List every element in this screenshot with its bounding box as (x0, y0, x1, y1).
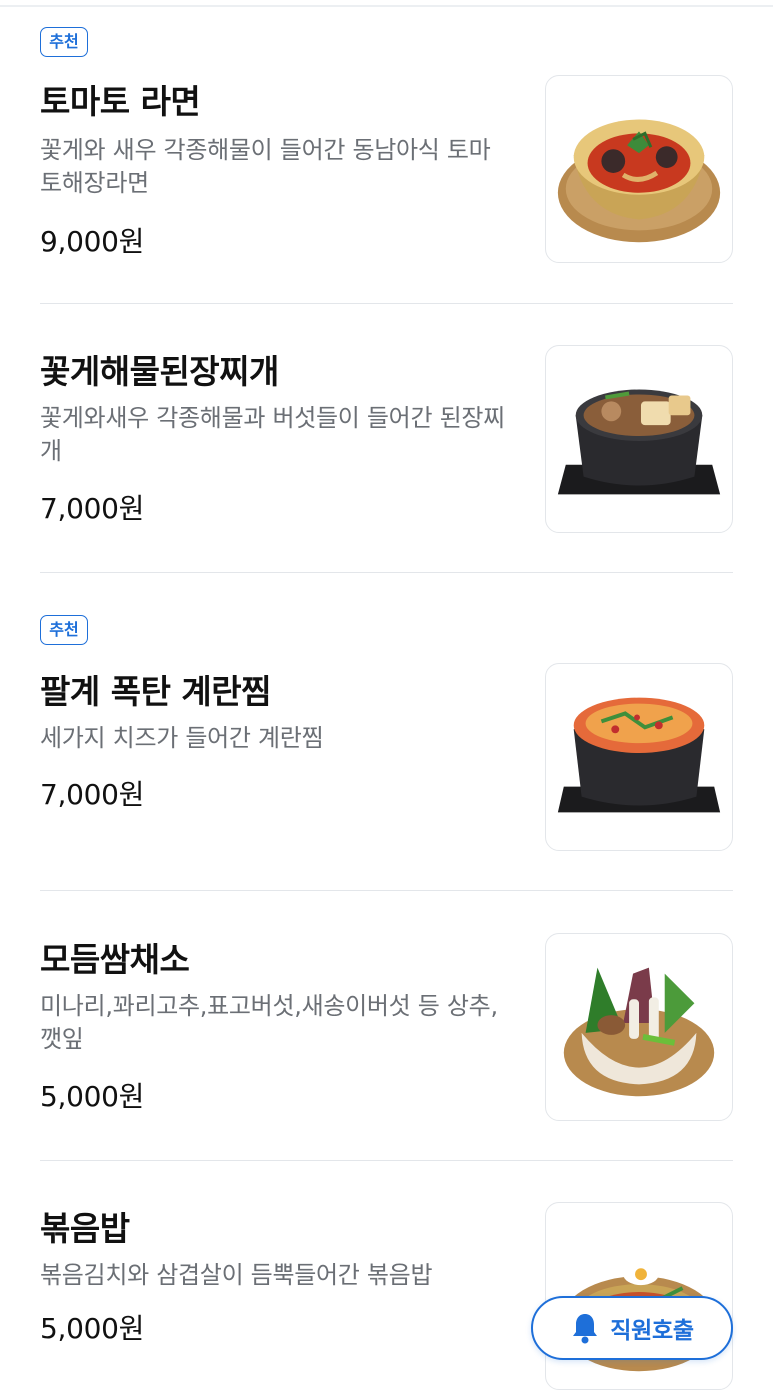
recommended-badge: 추천 (40, 27, 88, 57)
top-divider (0, 5, 773, 7)
menu-item[interactable]: 모듬쌈채소 미나리,꽈리고추,표고버섯,새송이버섯 등 상추,깻잎 5,000원 (40, 933, 733, 1123)
menu-item-price: 5,000원 (40, 1080, 145, 1113)
menu-item-name: 팔계 폭탄 계란찜 (40, 672, 272, 711)
menu-item-name: 토마토 라면 (40, 82, 201, 121)
menu-item-description: 세가지 치즈가 들어간 계란찜 (40, 724, 324, 752)
menu-item-price: 7,000원 (40, 492, 145, 525)
menu-item-description: 꽃게와새우 각종해물과 버섯들이 들어간 된장찌개 (40, 404, 505, 465)
menu-item[interactable]: 꽃게해물된장찌개 꽃게와새우 각종해물과 버섯들이 들어간 된장찌개 7,000… (40, 345, 733, 535)
menu-item-price: 9,000원 (40, 225, 145, 258)
item-divider (40, 303, 733, 304)
menu-item-description: 볶음김치와 삼겹살이 듬뿍들어간 볶음밥 (40, 1261, 433, 1289)
item-divider (40, 572, 733, 573)
tomato-ramen-dish-icon[interactable] (545, 75, 733, 263)
menu-item-name: 볶음밥 (40, 1209, 130, 1248)
item-divider (40, 890, 733, 891)
recommended-badge: 추천 (40, 615, 88, 645)
call-staff-label: 직원호출 (610, 1318, 694, 1344)
menu-item-name: 꽃게해물된장찌개 (40, 352, 279, 391)
menu-item[interactable]: 추천 토마토 라면 꽃게와 새우 각종해물이 들어간 동남아식 토마토해장라면 … (40, 27, 733, 267)
menu-item-price: 5,000원 (40, 1312, 145, 1345)
menu-item[interactable]: 추천 팔계 폭탄 계란찜 세가지 치즈가 들어간 계란찜 7,000원 (40, 615, 733, 855)
vegetable-wrap-dish-icon[interactable] (545, 933, 733, 1121)
item-divider (40, 1160, 733, 1161)
call-staff-button[interactable]: 직원호출 (531, 1296, 733, 1360)
menu-item-description: 미나리,꽈리고추,표고버섯,새송이버섯 등 상추,깻잎 (40, 992, 498, 1053)
menu-item-price: 7,000원 (40, 778, 145, 811)
menu-item-name: 모듬쌈채소 (40, 940, 190, 979)
doenjang-stew-dish-icon[interactable] (545, 345, 733, 533)
steamed-egg-dish-icon[interactable] (545, 663, 733, 851)
menu-item-description: 꽃게와 새우 각종해물이 들어간 동남아식 토마토해장라면 (40, 136, 491, 197)
bell-icon (570, 1312, 600, 1344)
